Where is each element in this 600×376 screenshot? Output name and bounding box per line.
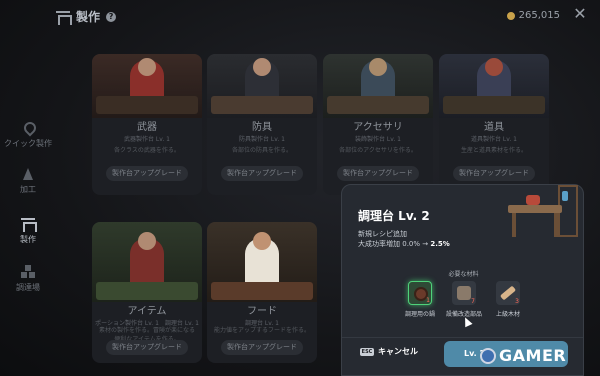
esc-key-icon: ESC: [360, 347, 374, 356]
bottle: [562, 191, 568, 201]
material-count: 3: [515, 298, 519, 305]
card-title: アクセサリ: [353, 122, 403, 133]
cancel-label: キャンセル: [378, 347, 418, 356]
upgrade-button[interactable]: 製作台アップグレード: [221, 340, 303, 355]
gamer-watermark: GAMER: [480, 346, 566, 365]
craft-card-food[interactable]: フード 調理台 Lv. 1 能力値をアップするフードを作る。 製作台アップグレー…: [207, 222, 317, 363]
cooking-station-artwork: [502, 179, 582, 245]
sidebar-item-processing[interactable]: 加工: [0, 158, 56, 204]
materials-header: 必要な材料: [448, 271, 479, 278]
card-title: 道具: [484, 122, 504, 133]
lumber-icon: [499, 285, 517, 301]
processing-icon: [21, 167, 35, 181]
craft-card-item[interactable]: アイテム ポーション製作台 Lv. 1 調理台 Lv. 1 素材の製作を作る。冒…: [92, 222, 202, 363]
character-head: [138, 232, 156, 250]
card-title: フード: [247, 306, 277, 317]
sidebar-item-label: クイック製作: [4, 139, 52, 148]
material-slot[interactable]: 3 上級木材: [480, 281, 536, 321]
table-leg: [554, 213, 558, 237]
cancel-button[interactable]: ESC キャンセル: [360, 346, 418, 357]
currency-amount: 265,015: [518, 10, 560, 21]
watermark-text: GAMER: [499, 346, 567, 365]
sidebar-item-label: 製作: [20, 235, 36, 244]
card-level: 道具製作台 Lv. 1: [471, 136, 517, 143]
character-head: [253, 58, 271, 76]
dialog-title: 調理台 Lv. 2: [358, 209, 430, 223]
accessory-artwork: [323, 54, 433, 118]
currency-display: 265,015: [506, 10, 560, 21]
arrow-icon: →: [420, 240, 431, 248]
workbench: [443, 96, 545, 114]
upgrade-button[interactable]: 製作台アップグレード: [221, 166, 303, 181]
craft-card-tools[interactable]: 道具 道具製作台 Lv. 1 生産と道具素材を作る。 製作台アップグレード: [439, 54, 549, 195]
item-artwork: [92, 222, 202, 302]
card-title: 防具: [252, 122, 272, 133]
success-rate-to: 2.5%: [430, 240, 450, 248]
crafting-screen: 製作 ? 265,015 ✕ クイック製作 加工 製作 調達場 武器 武器製作台…: [0, 0, 600, 376]
character-head: [138, 58, 156, 76]
pot: [526, 195, 540, 205]
card-description: 各部位のアクセサリを作る。: [339, 147, 417, 154]
gathering-icon: [21, 265, 35, 279]
workbench: [327, 96, 429, 114]
craft-card-armor[interactable]: 防具 防具製作台 Lv. 1 各部位の防具を作る。 製作台アップグレード: [207, 54, 317, 195]
card-description: 能力値をアップするフードを作る。: [213, 327, 310, 334]
page-title-group: 製作 ?: [56, 8, 117, 25]
table-top: [508, 205, 562, 213]
divider: [342, 337, 583, 338]
material-count: 7: [471, 298, 475, 305]
sidebar-item-craft[interactable]: 製作: [0, 208, 56, 254]
page-title: 製作: [76, 10, 101, 24]
success-rate-text: 大成功率増加 0.0% → 2.5%: [358, 239, 450, 249]
help-icon[interactable]: ?: [106, 11, 117, 22]
upgrade-button[interactable]: 製作台アップグレード: [106, 340, 188, 355]
craft-icon: [21, 217, 37, 232]
craft-card-accessory[interactable]: アクセサリ 装飾製作台 Lv. 1 各部位のアクセサリを作る。 製作台アップグレ…: [323, 54, 433, 195]
sidebar: クイック製作 加工 製作 調達場: [0, 34, 56, 376]
sidebar-item-label: 加工: [20, 185, 36, 194]
character-head: [253, 232, 271, 250]
material-count: 1: [426, 297, 430, 304]
character-head: [369, 58, 387, 76]
craft-icon: [56, 10, 72, 25]
gamer-logo-icon: [480, 347, 496, 364]
upgrade-button[interactable]: 製作台アップグレード: [337, 166, 419, 181]
card-description: 各クラスの武器を作る。: [114, 147, 180, 154]
material-box[interactable]: 3: [496, 281, 520, 305]
armor-artwork: [207, 54, 317, 118]
repair-parts-icon: [457, 286, 471, 300]
card-title: 武器: [137, 122, 157, 133]
workbench: [211, 96, 313, 114]
new-recipe-text: 新規レシピ追加: [358, 230, 407, 238]
sidebar-item-quick-craft[interactable]: クイック製作: [0, 112, 56, 158]
card-description: 各部位の防具を作る。: [231, 147, 292, 154]
card-title: アイテム: [127, 306, 167, 317]
craft-card-weapon[interactable]: 武器 武器製作台 Lv. 1 各クラスの武器を作る。 製作台アップグレード: [92, 54, 202, 195]
table-leg: [512, 213, 516, 237]
card-level: 装飾製作台 Lv. 1: [355, 136, 401, 143]
workbench: [96, 96, 198, 114]
success-rate-label: 大成功率増加: [358, 240, 403, 248]
weapon-artwork: [92, 54, 202, 118]
card-level: 防具製作台 Lv. 1: [239, 136, 285, 143]
material-box[interactable]: 7: [452, 281, 476, 305]
coin-icon: [506, 11, 515, 20]
food-artwork: [207, 222, 317, 302]
card-level: 武器製作台 Lv. 1: [124, 136, 170, 143]
upgrade-button[interactable]: 製作台アップグレード: [106, 166, 188, 181]
success-rate-from: 0.0%: [402, 240, 421, 248]
quick-craft-icon: [21, 121, 35, 135]
tools-artwork: [439, 54, 549, 118]
card-description: 生産と道具素材を作る。: [460, 147, 527, 154]
material-label: 上級木材: [495, 311, 520, 318]
close-icon[interactable]: ✕: [572, 6, 588, 22]
character-head: [485, 58, 503, 76]
workbench: [96, 282, 198, 300]
header: 製作 ? 265,015 ✕: [0, 0, 600, 34]
material-box[interactable]: 1: [408, 281, 432, 305]
workbench: [211, 282, 313, 300]
sidebar-item-gathering[interactable]: 調達場: [0, 256, 56, 302]
sidebar-item-label: 調達場: [16, 283, 40, 292]
